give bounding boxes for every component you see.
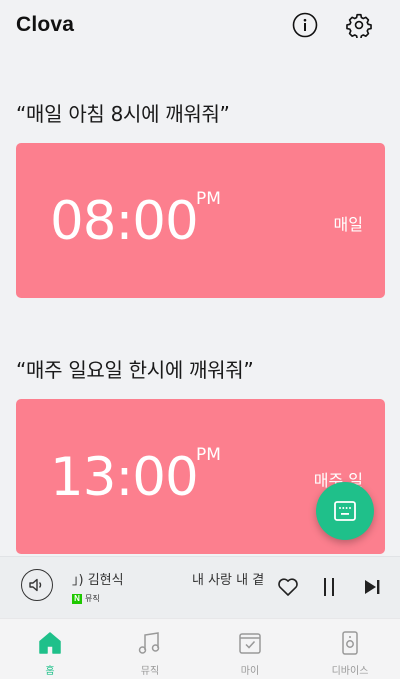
track-artist: 」) 김현식 bbox=[72, 573, 124, 588]
alarm-time: 13:00 bbox=[50, 447, 199, 508]
skip-next-icon[interactable] bbox=[360, 575, 384, 599]
nav-item-device[interactable]: 디바이스 bbox=[300, 619, 400, 679]
naver-logo: N bbox=[72, 593, 82, 604]
music-icon bbox=[137, 630, 163, 656]
app-title: Clova bbox=[16, 13, 75, 36]
keyboard-icon bbox=[334, 501, 356, 521]
info-icon[interactable] bbox=[292, 12, 318, 38]
nav-item-music[interactable]: 뮤직 bbox=[100, 619, 200, 679]
app-header: Clova bbox=[0, 0, 400, 50]
track-source-label: 뮤직 bbox=[85, 594, 100, 603]
keyboard-input-button[interactable] bbox=[316, 482, 374, 540]
home-icon bbox=[37, 630, 63, 656]
bottom-navigation: 홈 뮤직 마이 디바이스 bbox=[0, 618, 400, 679]
alarm-voice-command: “매주 일요일 한시에 깨워줘” bbox=[16, 358, 254, 382]
alarm-list: “매일 아침 8시에 깨워줘” 08:00 PM 매일 “매주 일요일 한시에 … bbox=[0, 50, 400, 556]
alarm-voice-command: “매일 아침 8시에 깨워줘” bbox=[16, 102, 230, 126]
device-icon bbox=[337, 630, 363, 656]
nav-label: 뮤직 bbox=[140, 666, 160, 677]
alarm-repeat: 매일 bbox=[333, 215, 363, 234]
track-source: N 뮤직 bbox=[72, 593, 100, 604]
alarm-item: “매일 아침 8시에 깨워줘” 08:00 PM 매일 bbox=[16, 98, 385, 298]
nav-label: 마이 bbox=[240, 666, 260, 677]
alarm-time: 08:00 bbox=[50, 191, 199, 252]
nav-label: 홈 bbox=[45, 666, 55, 677]
gear-icon[interactable] bbox=[346, 12, 372, 38]
nav-label: 디바이스 bbox=[331, 666, 369, 677]
nav-item-my[interactable]: 마이 bbox=[200, 619, 300, 679]
pause-icon[interactable] bbox=[317, 575, 341, 599]
nav-item-home[interactable]: 홈 bbox=[0, 619, 100, 679]
mini-player[interactable]: 」) 김현식 N 뮤직 내 사랑 내 곁 bbox=[0, 556, 400, 618]
my-calendar-icon bbox=[237, 630, 263, 656]
alarm-ampm: PM bbox=[196, 445, 221, 465]
track-title: 내 사랑 내 곁 bbox=[192, 573, 265, 588]
heart-icon[interactable] bbox=[276, 575, 300, 599]
speaker-icon[interactable] bbox=[21, 569, 53, 601]
alarm-item: “매주 일요일 한시에 깨워줘” 13:00 PM 매주 일 bbox=[16, 354, 385, 554]
alarm-ampm: PM bbox=[196, 189, 221, 209]
alarm-card[interactable]: 08:00 PM 매일 bbox=[16, 143, 385, 298]
header-actions bbox=[292, 12, 372, 38]
